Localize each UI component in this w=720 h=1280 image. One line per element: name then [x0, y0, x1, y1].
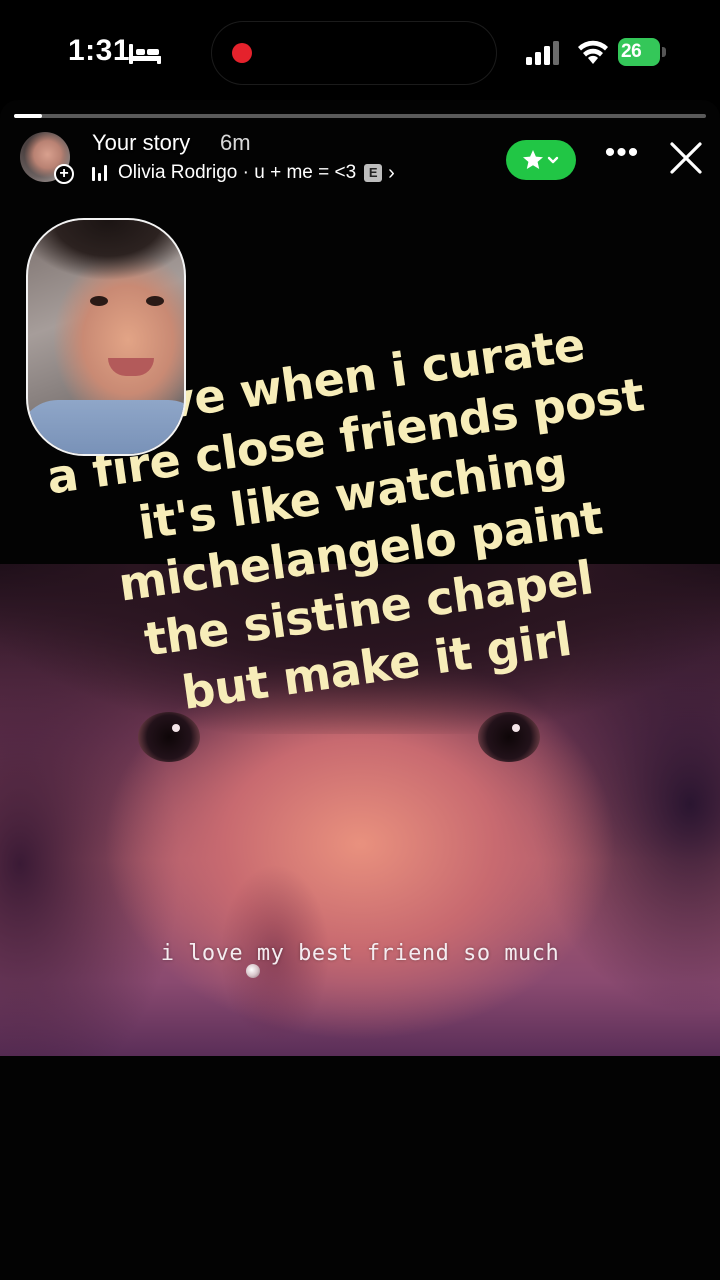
recording-indicator-icon: [232, 43, 252, 63]
music-separator: ·: [237, 162, 255, 183]
story-viewer-screen: 1:31 26 i love my best friend so much i …: [0, 0, 720, 1280]
explicit-badge: E: [364, 164, 383, 182]
music-song: u + me = <3: [254, 162, 357, 183]
close-icon[interactable]: [666, 138, 706, 178]
photo-caption: i love my best friend so much: [160, 941, 560, 966]
photo-eye: [478, 712, 540, 762]
story-owner-label[interactable]: Your story: [92, 130, 190, 156]
story-timestamp: 6m: [220, 130, 251, 155]
dynamic-island: [212, 22, 496, 84]
cellular-signal-icon: [526, 41, 559, 65]
selfie-sticker[interactable]: [26, 218, 186, 456]
chevron-right-icon: ›: [388, 161, 395, 184]
music-artist: Olivia Rodrigo: [118, 162, 238, 183]
battery-charging-icon: 26: [618, 38, 666, 66]
story-frame[interactable]: i love my best friend so much i love whe…: [0, 100, 720, 1280]
story-header: + Your story 6m Olivia Rodrigo · u + me …: [0, 124, 720, 204]
star-icon: [523, 150, 559, 169]
nose-piercing: [246, 964, 260, 978]
add-story-icon[interactable]: +: [54, 164, 74, 184]
close-friends-button[interactable]: [506, 140, 576, 180]
story-progress-bar: [14, 114, 706, 118]
music-bars-icon: [92, 165, 108, 181]
wifi-icon: [578, 40, 608, 64]
music-attribution[interactable]: Olivia Rodrigo · u + me = <3 E ›: [92, 160, 395, 186]
bed-icon: [129, 44, 161, 64]
status-bar: 1:31 26: [0, 0, 720, 100]
more-horizontal-icon[interactable]: •••: [604, 138, 640, 174]
status-time: 1:31: [68, 34, 131, 67]
battery-level: 26: [621, 41, 642, 62]
story-progress-fill: [14, 114, 42, 118]
